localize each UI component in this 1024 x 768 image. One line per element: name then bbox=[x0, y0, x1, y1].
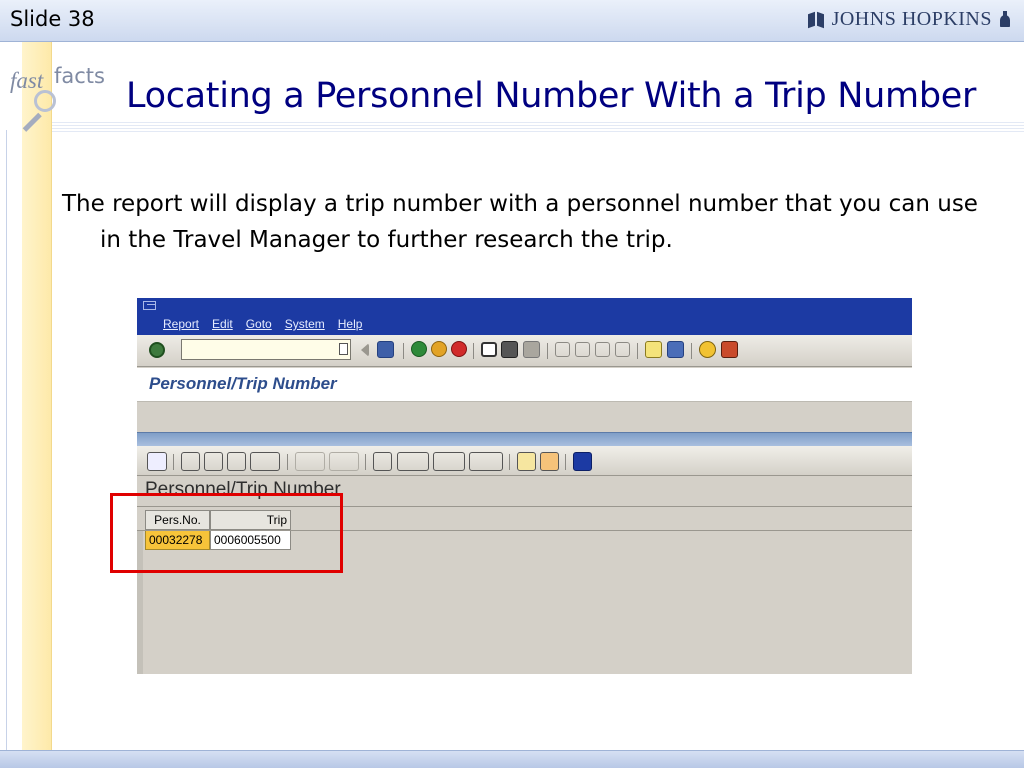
help-icon[interactable] bbox=[699, 341, 716, 358]
export-icon[interactable] bbox=[433, 452, 465, 471]
menu-goto[interactable]: Goto bbox=[246, 317, 272, 331]
logo-word-facts: facts bbox=[54, 64, 105, 88]
shortcut-icon[interactable] bbox=[667, 341, 684, 358]
johns-hopkins-logo: JOHNS HOPKINS bbox=[808, 8, 1012, 31]
save-icon[interactable] bbox=[377, 341, 394, 358]
last-page-icon[interactable] bbox=[615, 342, 630, 357]
fast-facts-logo: fast facts bbox=[4, 58, 114, 132]
sap-screen-title-bar: Personnel/Trip Number bbox=[137, 368, 912, 402]
dome-icon bbox=[998, 10, 1012, 29]
menu-report[interactable]: Report bbox=[163, 317, 199, 331]
command-field[interactable] bbox=[181, 339, 351, 360]
sap-screen-title: Personnel/Trip Number bbox=[149, 374, 337, 393]
sap-menu: Report Edit Goto System Help bbox=[163, 317, 362, 331]
details-icon[interactable] bbox=[147, 452, 167, 471]
alv-print-icon[interactable] bbox=[373, 452, 392, 471]
cancel-icon[interactable] bbox=[451, 341, 467, 357]
subtotal-icon[interactable] bbox=[329, 452, 359, 471]
sap-window: Report Edit Goto System Help Personnel/T… bbox=[137, 298, 912, 674]
menu-edit[interactable]: Edit bbox=[212, 317, 233, 331]
select-layout-icon[interactable] bbox=[469, 452, 503, 471]
left-guide-line bbox=[6, 130, 7, 750]
slide-header-bar: Slide 38 JOHNS HOPKINS bbox=[0, 0, 1024, 42]
menu-system[interactable]: System bbox=[285, 317, 325, 331]
print-icon[interactable] bbox=[481, 342, 497, 357]
title-rule bbox=[52, 122, 1024, 134]
back-arrow-icon[interactable] bbox=[361, 343, 369, 357]
sap-splitter[interactable] bbox=[137, 432, 912, 446]
column-layout-icon[interactable] bbox=[517, 452, 536, 471]
previous-page-icon[interactable] bbox=[575, 342, 590, 357]
magnifier-icon bbox=[16, 90, 56, 132]
first-page-icon[interactable] bbox=[555, 342, 570, 357]
sort-descending-icon[interactable] bbox=[204, 452, 223, 471]
alv-find-icon[interactable] bbox=[227, 452, 246, 471]
info-icon[interactable] bbox=[573, 452, 592, 471]
left-accent-bar bbox=[0, 42, 52, 750]
enter-check-icon[interactable] bbox=[149, 342, 165, 358]
sap-standard-toolbar bbox=[137, 335, 912, 367]
body-paragraph: The report will display a trip number wi… bbox=[62, 191, 978, 253]
menu-corner-icon[interactable] bbox=[143, 301, 156, 310]
slide-number: Slide 38 bbox=[10, 7, 95, 31]
menu-help[interactable]: Help bbox=[338, 317, 363, 331]
slide-title: Locating a Personnel Number With a Trip … bbox=[126, 76, 977, 116]
graphic-icon[interactable] bbox=[540, 452, 559, 471]
filter-icon[interactable] bbox=[250, 452, 280, 471]
history-icon[interactable] bbox=[339, 343, 348, 355]
highlight-box bbox=[110, 493, 343, 573]
next-page-icon[interactable] bbox=[595, 342, 610, 357]
sap-application-area bbox=[137, 403, 912, 432]
total-icon[interactable] bbox=[295, 452, 325, 471]
slide-footer-bar bbox=[0, 750, 1024, 768]
jhu-shield-icon bbox=[808, 11, 826, 29]
sort-ascending-icon[interactable] bbox=[181, 452, 200, 471]
alv-toolbar bbox=[137, 446, 912, 476]
find-icon[interactable] bbox=[501, 341, 518, 358]
back-icon[interactable] bbox=[411, 341, 427, 357]
layout-menu-icon[interactable] bbox=[721, 341, 738, 358]
exit-icon[interactable] bbox=[431, 341, 447, 357]
sap-menubar: Report Edit Goto System Help bbox=[137, 298, 912, 335]
brand-name: JOHNS HOPKINS bbox=[831, 8, 992, 30]
create-session-icon[interactable] bbox=[645, 341, 662, 358]
views-icon[interactable] bbox=[397, 452, 429, 471]
find-next-icon[interactable] bbox=[523, 341, 540, 358]
